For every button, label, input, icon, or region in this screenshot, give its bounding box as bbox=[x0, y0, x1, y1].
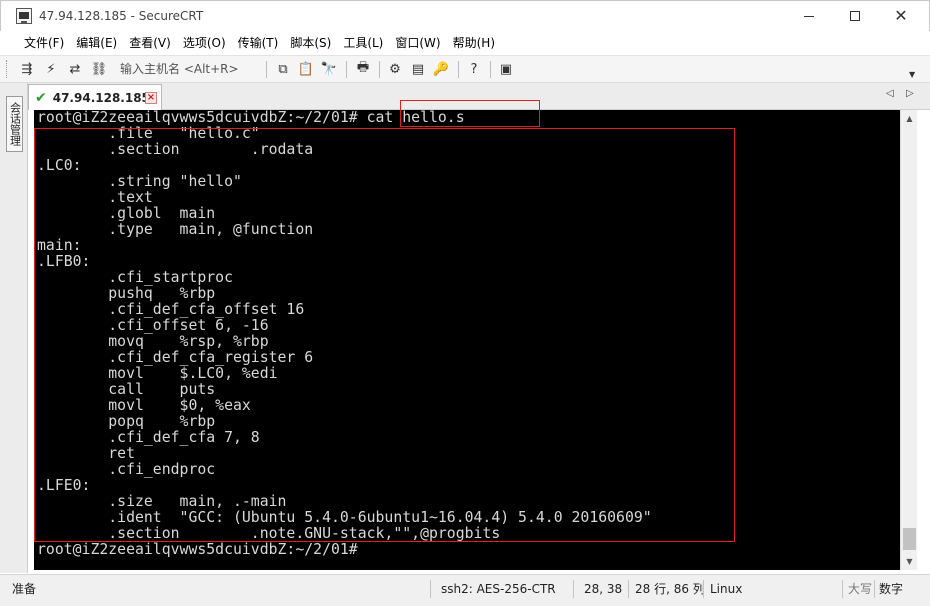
status-ready: 准备 bbox=[12, 582, 37, 596]
toolbar-separator bbox=[266, 61, 267, 78]
terminal-line: movq %rsp, %rbp bbox=[37, 333, 269, 350]
maximize-icon bbox=[850, 11, 860, 21]
status-cipher: ssh2: AES-256-CTR bbox=[441, 582, 556, 596]
status-separator bbox=[430, 580, 431, 598]
terminal-line: movl $0, %eax bbox=[37, 397, 251, 414]
terminal-line: .cfi_offset 6, -16 bbox=[37, 317, 269, 334]
status-num-lock: 数字 bbox=[879, 582, 904, 596]
terminal-line: movl $.LC0, %edi bbox=[37, 365, 278, 382]
scroll-down-icon[interactable]: ▼ bbox=[901, 553, 918, 570]
quick-connect-icon[interactable]: ⚡ bbox=[42, 60, 60, 78]
maximize-button[interactable] bbox=[832, 1, 878, 31]
toolbar-separator bbox=[490, 61, 491, 78]
close-button[interactable]: ✕ bbox=[878, 1, 924, 31]
tab-scroll-right-icon[interactable]: ▷ bbox=[906, 88, 914, 99]
terminal-line: .LFB0: bbox=[37, 253, 91, 270]
paste-icon[interactable]: 📋 bbox=[297, 60, 315, 78]
session-options-icon[interactable]: ▣ bbox=[497, 60, 515, 78]
scroll-up-icon[interactable]: ▲ bbox=[901, 110, 918, 127]
status-separator bbox=[628, 580, 629, 598]
status-caps-lock: 大写 bbox=[848, 582, 873, 596]
terminal-line: .globl main bbox=[37, 205, 216, 222]
terminal-line: .section .note.GNU-stack,"",@progbits bbox=[37, 525, 501, 542]
terminal-line: popq %rbp bbox=[37, 413, 216, 430]
terminal-line: call puts bbox=[37, 381, 216, 398]
status-separator bbox=[573, 580, 574, 598]
help-icon[interactable]: ? bbox=[465, 60, 483, 78]
session-tab[interactable]: ✔ 47.94.128.185 × bbox=[28, 84, 162, 110]
terminal-line: root@iZ2zeeailqvwws5dcuivdbZ:~/2/01# cat… bbox=[37, 110, 465, 126]
tab-close-icon[interactable]: × bbox=[145, 92, 157, 104]
terminal-line: pushq %rbp bbox=[37, 285, 216, 302]
status-separator bbox=[874, 580, 875, 598]
terminal-output[interactable]: root@iZ2zeeailqvwws5dcuivdbZ:~/2/01# cat… bbox=[34, 110, 900, 570]
connected-check-icon: ✔ bbox=[35, 89, 47, 106]
menu-tools[interactable]: 工具(L) bbox=[337, 32, 389, 54]
terminal-scrollbar[interactable]: ▲ ▼ bbox=[900, 110, 917, 570]
title-bar: 47.94.128.185 - SecureCRT ✕ bbox=[0, 0, 930, 31]
menu-bar: 文件(F) 编辑(E) 查看(V) 选项(O) 传输(T) 脚本(S) 工具(L… bbox=[0, 31, 930, 55]
toolbar-separator bbox=[346, 61, 347, 78]
terminal-line: .text bbox=[37, 189, 153, 206]
toolbar-overflow-icon[interactable]: ▼ bbox=[909, 70, 915, 79]
minimize-icon bbox=[804, 15, 814, 17]
find-icon[interactable]: 🔭 bbox=[320, 60, 338, 78]
terminal-line: .LFE0: bbox=[37, 477, 91, 494]
menu-transfer[interactable]: 传输(T) bbox=[232, 32, 285, 54]
terminal-line: .cfi_def_cfa_register 6 bbox=[37, 349, 314, 366]
minimize-button[interactable] bbox=[786, 1, 832, 31]
menu-options[interactable]: 选项(O) bbox=[177, 32, 232, 54]
session-manager-panel: 会话管理 bbox=[0, 83, 28, 573]
menu-help[interactable]: 帮助(H) bbox=[447, 32, 501, 54]
toolbar-grip[interactable] bbox=[6, 60, 9, 78]
terminal-line: .file "hello.c" bbox=[37, 125, 260, 142]
keymap-icon[interactable]: 🔑 bbox=[432, 60, 450, 78]
status-bar: 准备 ssh2: AES-256-CTR 28, 38 28 行, 86 列 L… bbox=[0, 574, 930, 606]
scrollbar-thumb[interactable] bbox=[903, 528, 916, 550]
window-title: 47.94.128.185 - SecureCRT bbox=[39, 9, 204, 23]
sftp-icon[interactable]: ▤ bbox=[409, 60, 427, 78]
terminal-line: .cfi_endproc bbox=[37, 461, 216, 478]
close-icon: ✕ bbox=[894, 6, 908, 25]
connect-icon[interactable]: ⇶ bbox=[18, 60, 36, 78]
status-separator bbox=[703, 580, 704, 598]
toolbar-separator bbox=[379, 61, 380, 78]
session-manager-tab[interactable]: 会话管理 bbox=[6, 96, 23, 152]
terminal-line: .section .rodata bbox=[37, 141, 314, 158]
terminal-line: .ident "GCC: (Ubuntu 5.4.0-6ubuntu1~16.0… bbox=[37, 509, 652, 526]
terminal-line: .string "hello" bbox=[37, 173, 242, 190]
menu-file[interactable]: 文件(F) bbox=[18, 32, 70, 54]
host-input[interactable]: 输入主机名 <Alt+R> bbox=[112, 60, 264, 79]
terminal-line: ret bbox=[37, 445, 135, 462]
toolbar: ⇶ ⚡ ⇄ ⛓ 输入主机名 <Alt+R> ⧉ 📋 🔭 🖶 ⚙ ▤ 🔑 ? ▣ … bbox=[0, 55, 930, 83]
status-terminal-size: 28 行, 86 列 bbox=[635, 582, 705, 596]
terminal-prompt-line: root@iZ2zeeailqvwws5dcuivdbZ:~/2/01# bbox=[37, 541, 367, 558]
terminal-line: .cfi_startproc bbox=[37, 269, 233, 286]
copy-icon[interactable]: ⧉ bbox=[274, 60, 292, 78]
terminal-line: .cfi_def_cfa 7, 8 bbox=[37, 429, 260, 446]
menu-window[interactable]: 窗口(W) bbox=[389, 32, 446, 54]
menu-view[interactable]: 查看(V) bbox=[123, 32, 177, 54]
tab-scroll-left-icon[interactable]: ◁ bbox=[886, 88, 894, 99]
terminal-line: main: bbox=[37, 237, 82, 254]
terminal-line: .type main, @function bbox=[37, 221, 314, 238]
menu-script[interactable]: 脚本(S) bbox=[284, 32, 337, 54]
securecrt-app-icon[interactable] bbox=[16, 8, 32, 24]
status-terminal-type: Linux bbox=[710, 582, 743, 596]
toolbar-separator bbox=[458, 61, 459, 78]
terminal-line: .LC0: bbox=[37, 157, 82, 174]
disconnect-icon[interactable]: ⛓ bbox=[90, 60, 108, 78]
reconnect-icon[interactable]: ⇄ bbox=[66, 60, 84, 78]
status-separator bbox=[842, 580, 843, 598]
terminal-line: .cfi_def_cfa_offset 16 bbox=[37, 301, 305, 318]
menu-edit[interactable]: 编辑(E) bbox=[70, 32, 123, 54]
settings-gear-icon[interactable]: ⚙ bbox=[386, 60, 404, 78]
terminal-line: .size main, .-main bbox=[37, 493, 287, 510]
session-tab-label: 47.94.128.185 bbox=[52, 90, 150, 105]
print-icon[interactable]: 🖶 bbox=[354, 60, 372, 78]
status-cursor-position: 28, 38 bbox=[584, 582, 623, 596]
